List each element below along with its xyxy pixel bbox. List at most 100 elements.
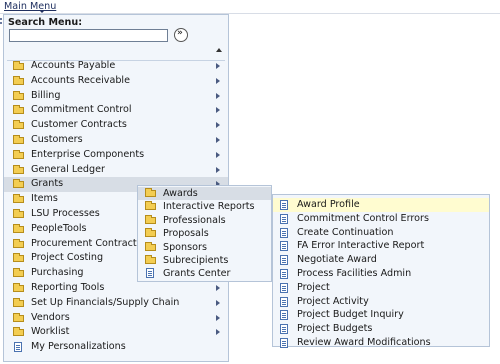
menu-item-accounts-payable[interactable]: Accounts Payable <box>4 59 228 74</box>
grants-item-awards[interactable]: Awards <box>138 187 271 201</box>
document-icon <box>280 310 288 321</box>
grants-item-interactive-reports[interactable]: Interactive Reports <box>138 200 271 213</box>
menu-item-vendors[interactable]: Vendors <box>4 311 228 326</box>
grants-item-grants-center[interactable]: Grants Center <box>138 267 271 280</box>
menu-item-label: Grants <box>31 178 64 190</box>
grants-item-sponsors[interactable]: Sponsors <box>138 241 271 254</box>
top-bar: Main Menu <box>0 0 500 14</box>
folder-icon <box>13 75 24 85</box>
document-icon <box>280 268 288 279</box>
awards-item-fa-error-interactive-report[interactable]: FA Error Interactive Report <box>273 239 489 253</box>
folder-icon <box>13 282 24 292</box>
document-icon <box>280 227 288 238</box>
menu-item-label: LSU Processes <box>31 207 100 219</box>
menu-item-my-personalizations[interactable]: My Personalizations <box>4 340 228 355</box>
menu-item-commitment-control[interactable]: Commitment Control <box>4 103 228 118</box>
menu-item-billing[interactable]: Billing <box>4 89 228 104</box>
menu-item-customer-contracts[interactable]: Customer Contracts <box>4 118 228 133</box>
folder-icon <box>13 179 24 189</box>
go-arrows-icon: » <box>177 28 183 38</box>
grants-item-proposals[interactable]: Proposals <box>138 227 271 240</box>
folder-icon <box>13 238 24 248</box>
menu-item-label: Purchasing <box>31 267 84 279</box>
menu-item-label: Worklist <box>31 326 70 338</box>
awards-item-create-continuation[interactable]: Create Continuation <box>273 226 489 240</box>
awards-submenu-list: Award Profile Commitment Control Errors Cr… <box>273 198 489 350</box>
document-icon <box>280 282 288 293</box>
folder-icon <box>13 134 24 144</box>
submenu-arrow-icon <box>216 151 220 158</box>
submenu-arrow-icon <box>216 136 220 143</box>
folder-icon <box>13 223 24 233</box>
document-icon <box>14 342 22 353</box>
submenu-arrow-icon <box>216 299 220 306</box>
folder-icon <box>13 253 24 263</box>
awards-item-project-budgets[interactable]: Project Budgets <box>273 322 489 336</box>
submenu-arrow-icon <box>216 284 220 291</box>
grants-item-label: Interactive Reports <box>163 201 255 213</box>
grants-item-label: Professionals <box>163 214 226 226</box>
folder-icon <box>13 312 24 322</box>
awards-item-project-activity[interactable]: Project Activity <box>273 295 489 309</box>
document-icon <box>146 268 154 279</box>
menu-item-customers[interactable]: Customers <box>4 133 228 148</box>
grants-item-label: Sponsors <box>163 241 207 253</box>
menu-item-label: Project Costing <box>31 252 104 264</box>
awards-item-label: Award Profile <box>297 199 360 210</box>
awards-item-project-budget-inquiry[interactable]: Project Budget Inquiry <box>273 308 489 322</box>
menu-item-worklist[interactable]: Worklist <box>4 325 228 340</box>
menu-item-reporting-tools[interactable]: Reporting Tools <box>4 281 228 296</box>
search-go-button[interactable]: » <box>174 28 188 42</box>
main-menu-caret-icon[interactable] <box>39 10 45 13</box>
awards-item-label: FA Error Interactive Report <box>297 240 425 252</box>
submenu-arrow-icon <box>216 314 220 321</box>
menu-item-label: Vendors <box>31 311 70 323</box>
menu-item-label: Billing <box>31 89 61 101</box>
document-icon <box>280 324 288 335</box>
grants-item-label: Subrecipients <box>163 254 229 266</box>
folder-icon <box>145 228 156 238</box>
submenu-arrow-icon <box>216 166 220 173</box>
grants-item-subrecipients[interactable]: Subrecipients <box>138 254 271 267</box>
menu-item-label: Reporting Tools <box>31 281 105 293</box>
awards-item-label: Create Continuation <box>297 226 394 238</box>
folder-icon <box>13 61 24 70</box>
document-icon <box>280 213 288 224</box>
awards-item-review-award-modifications[interactable]: Review Award Modifications <box>273 336 489 350</box>
menu-item-label: Items <box>31 193 58 205</box>
grants-item-label: Awards <box>163 188 198 199</box>
main-menu-link[interactable]: Main Menu <box>4 1 56 12</box>
menu-item-label: Customer Contracts <box>31 119 127 131</box>
menu-item-enterprise-components[interactable]: Enterprise Components <box>4 148 228 163</box>
menu-item-accounts-receivable[interactable]: Accounts Receivable <box>4 74 228 89</box>
awards-item-process-facilities-admin[interactable]: Process Facilities Admin <box>273 267 489 281</box>
grants-submenu-list: Awards Interactive Reports Professionals Pr… <box>138 187 271 281</box>
search-menu-label: Search Menu: <box>8 17 83 28</box>
folder-icon <box>145 241 156 251</box>
awards-item-award-profile[interactable]: Award Profile <box>273 198 489 212</box>
folder-icon <box>145 201 156 211</box>
document-icon <box>280 241 288 252</box>
menu-item-set-up-financials-supply-chain[interactable]: Set Up Financials/Supply Chain <box>4 296 228 311</box>
grants-submenu-panel: Awards Interactive Reports Professionals Pr… <box>137 185 272 282</box>
submenu-arrow-icon <box>216 63 220 69</box>
grants-item-professionals[interactable]: Professionals <box>138 214 271 227</box>
folder-icon <box>13 194 24 204</box>
menu-item-general-ledger[interactable]: General Ledger <box>4 163 228 178</box>
submenu-arrow-icon <box>216 107 220 114</box>
menu-item-label: Enterprise Components <box>31 148 145 160</box>
grants-item-label: Proposals <box>163 228 209 240</box>
folder-icon <box>145 214 156 224</box>
awards-item-negotiate-award[interactable]: Negotiate Award <box>273 253 489 267</box>
menu-item-label: Accounts Payable <box>31 60 116 71</box>
document-icon <box>280 296 288 307</box>
awards-item-label: Project Activity <box>297 295 369 307</box>
awards-item-project[interactable]: Project <box>273 281 489 295</box>
document-icon <box>280 200 288 210</box>
scroll-up-arrow-icon[interactable] <box>216 48 222 52</box>
menu-item-label: Procurement Contracts <box>31 237 142 249</box>
folder-icon <box>13 90 24 100</box>
document-icon <box>280 337 288 348</box>
awards-item-commitment-control-errors[interactable]: Commitment Control Errors <box>273 212 489 226</box>
search-menu-input[interactable] <box>9 29 168 42</box>
